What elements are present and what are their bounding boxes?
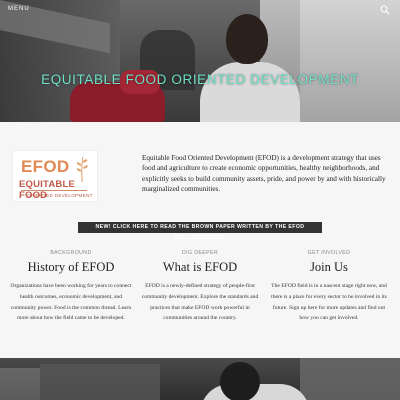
- column-title-join-us-link[interactable]: Join Us: [268, 260, 390, 275]
- hero-photo-window-light: [300, 0, 400, 122]
- logo-efod-text: EFOD: [21, 157, 70, 176]
- column-eyebrow: BACKGROUND: [50, 250, 92, 256]
- hero-photo-person-head: [226, 14, 268, 64]
- column-join-us: GET INVOLVED Join Us The EFOD field is i…: [268, 250, 390, 324]
- column-eyebrow: DIG DEEPER: [182, 250, 218, 256]
- column-what-is: DIG DEEPER What is EFOD EFOD is a newly-…: [139, 250, 261, 324]
- intro-section: EFOD EQUITABLE FOOD ORIENTED DEVELOPMENT…: [12, 148, 390, 208]
- hero-photo-person-body: [200, 62, 300, 122]
- search-icon[interactable]: [380, 5, 390, 15]
- menu-button[interactable]: MENU: [8, 6, 30, 12]
- bottom-photo: [0, 358, 400, 400]
- hero-title: EQUITABLE FOOD ORIENTED DEVELOPMENT: [41, 72, 359, 87]
- intro-paragraph: Equitable Food Oriented Development (EFO…: [142, 154, 386, 193]
- bottom-photo-right-wall: [300, 358, 400, 400]
- bottom-photo-counter: [40, 364, 160, 400]
- logo-oriented-development-text: ORIENTED DEVELOPMENT: [27, 193, 93, 198]
- hero-banner: MENU EQUITABLE FOOD ORIENTED DEVELOPMENT: [0, 0, 400, 122]
- column-title-history-link[interactable]: History of EFOD: [10, 260, 132, 275]
- menu-label: MENU: [8, 6, 30, 12]
- column-eyebrow: GET INVOLVED: [307, 250, 351, 256]
- efod-logo: EFOD EQUITABLE FOOD ORIENTED DEVELOPMENT: [12, 150, 98, 202]
- brown-paper-button[interactable]: NEW! CLICK HERE TO READ THE BROWN PAPER …: [78, 222, 322, 241]
- column-body: The EFOD field is in a nascent stage rig…: [271, 283, 387, 322]
- logo-divider: [21, 190, 87, 191]
- column-title-what-is-link[interactable]: What is EFOD: [139, 260, 261, 275]
- column-body: Organizations have been working for year…: [10, 283, 132, 322]
- column-history: BACKGROUND History of EFOD Organizations…: [10, 250, 132, 324]
- bottom-photo-left-light: [0, 368, 40, 400]
- column-body: EFOD is a newly-defined strategy of peop…: [141, 283, 259, 322]
- bottom-photo-person-head: [220, 362, 260, 400]
